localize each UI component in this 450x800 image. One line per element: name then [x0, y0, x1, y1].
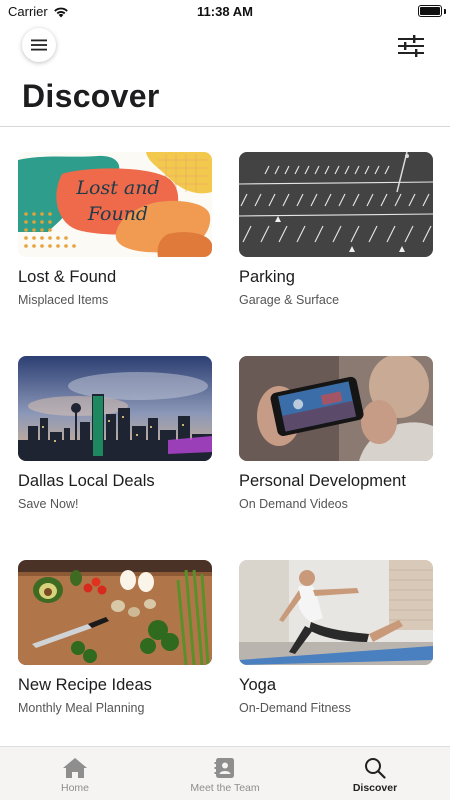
- tab-label: Discover: [352, 782, 398, 794]
- page-title: Discover: [22, 78, 160, 114]
- card-dallas-local-deals[interactable]: Dallas Local Deals Save Now!: [18, 356, 212, 560]
- menu-button[interactable]: [22, 28, 56, 62]
- tab-label: Meet the Team: [190, 782, 260, 794]
- status-bar: Carrier 11:38 AM: [0, 0, 450, 24]
- card-title: Dallas Local Deals: [18, 472, 155, 490]
- tab-label: Home: [60, 782, 89, 794]
- battery-cap: [444, 9, 446, 14]
- header-divider: [0, 126, 450, 127]
- card-yoga[interactable]: Yoga On-Demand Fitness: [239, 560, 433, 764]
- card-new-recipe-ideas[interactable]: New Recipe Ideas Monthly Meal Planning: [18, 560, 212, 764]
- sliders-icon: [398, 35, 424, 57]
- discover-grid: Lost and Found Lost & Found Misplaced It…: [18, 152, 433, 764]
- card-subtitle: Misplaced Items: [18, 293, 109, 307]
- yoga-image: [239, 560, 433, 665]
- parking-image: [239, 152, 433, 257]
- tab-home[interactable]: Home: [0, 747, 150, 800]
- search-icon: [365, 758, 386, 779]
- tab-discover[interactable]: Discover: [300, 747, 450, 800]
- battery-icon: [418, 5, 442, 17]
- home-icon: [63, 758, 87, 778]
- card-lost-and-found[interactable]: Lost and Found Lost & Found Misplaced It…: [18, 152, 212, 356]
- card-title: Personal Development: [239, 472, 406, 490]
- card-parking[interactable]: Parking Garage & Surface: [239, 152, 433, 356]
- lost-and-found-art-text-2: Found: [87, 203, 148, 225]
- dallas-skyline-image: [18, 356, 212, 461]
- card-subtitle: Monthly Meal Planning: [18, 701, 145, 715]
- card-title: Lost & Found: [18, 268, 117, 286]
- card-personal-development[interactable]: Personal Development On Demand Videos: [239, 356, 433, 560]
- tab-meet-the-team[interactable]: Meet the Team: [150, 747, 300, 800]
- recipe-ingredients-image: [18, 560, 212, 665]
- status-time: 11:38 AM: [197, 4, 253, 19]
- card-subtitle: On-Demand Fitness: [239, 701, 351, 715]
- tab-bar: Home Meet the Team Discover: [0, 746, 450, 800]
- card-subtitle: On Demand Videos: [239, 497, 348, 511]
- card-title: Parking: [239, 268, 295, 286]
- card-subtitle: Garage & Surface: [239, 293, 340, 307]
- lost-and-found-art-text-1: Lost and: [75, 177, 159, 199]
- battery-fill: [420, 7, 440, 15]
- card-title: Yoga: [239, 676, 277, 694]
- lost-and-found-image: Lost and Found: [18, 152, 212, 257]
- card-title: New Recipe Ideas: [18, 676, 152, 694]
- card-subtitle: Save Now!: [18, 497, 79, 511]
- filter-button[interactable]: [396, 33, 426, 59]
- phone-video-image: [239, 356, 433, 461]
- hamburger-icon: [31, 39, 47, 51]
- contacts-icon: [214, 758, 234, 778]
